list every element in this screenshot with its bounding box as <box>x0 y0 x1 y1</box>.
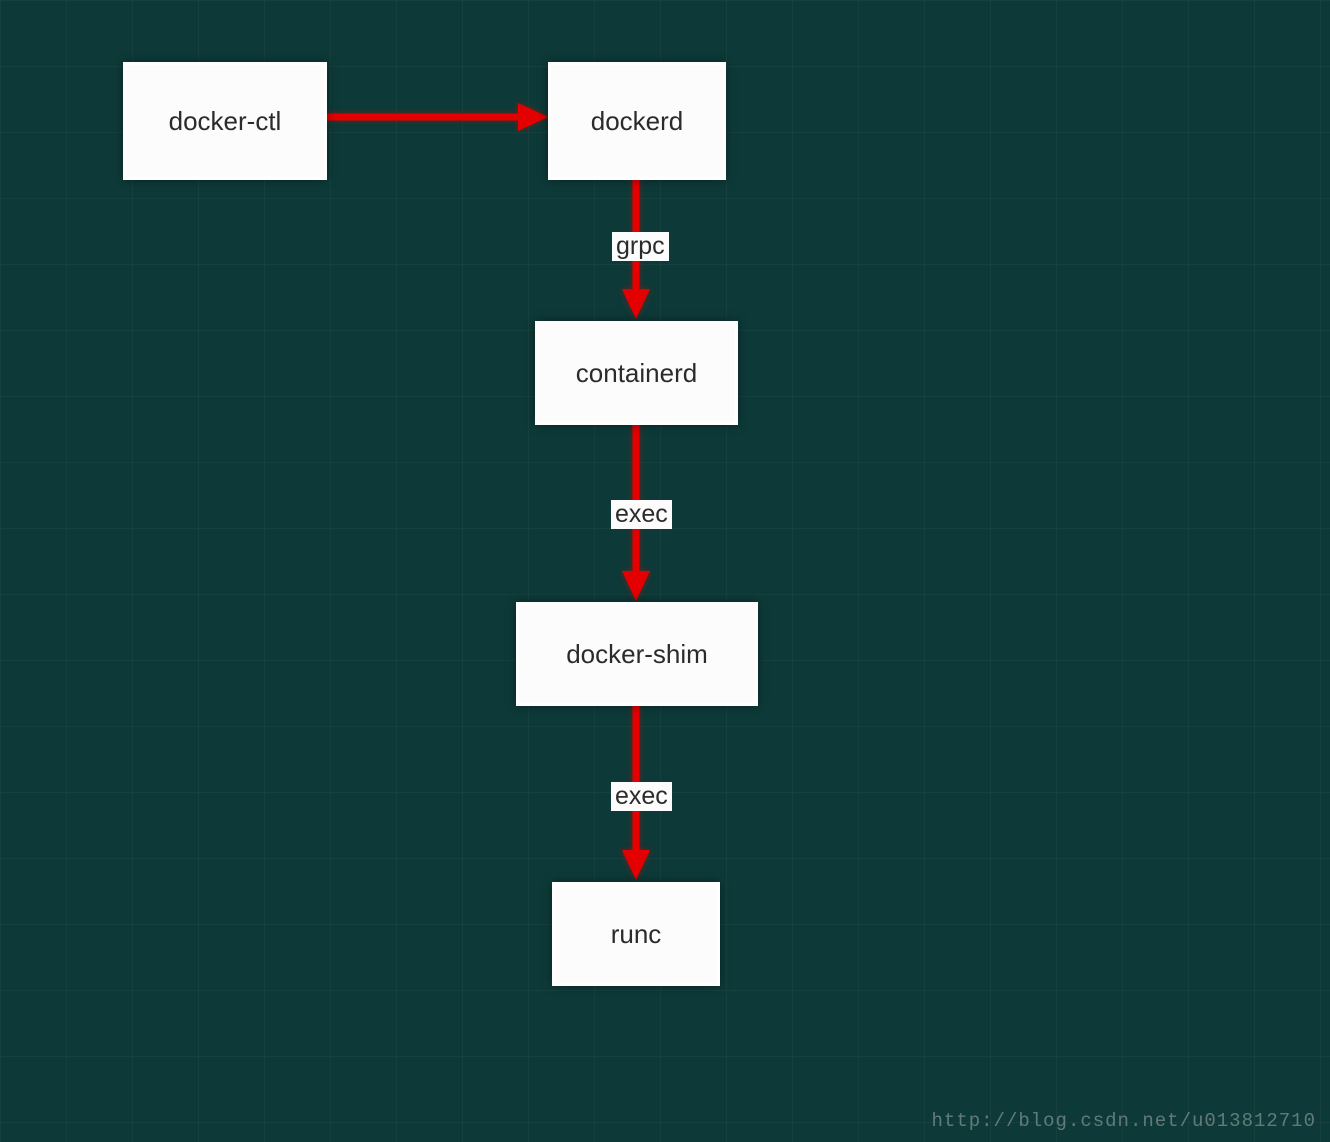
node-label: docker-ctl <box>169 106 282 137</box>
node-label: dockerd <box>591 106 684 137</box>
edge-label-exec-2: exec <box>611 782 672 811</box>
node-containerd: containerd <box>535 321 738 425</box>
node-label: docker-shim <box>566 639 708 670</box>
node-docker-shim: docker-shim <box>516 602 758 706</box>
node-docker-ctl: docker-ctl <box>123 62 327 180</box>
node-label: runc <box>611 919 662 950</box>
node-dockerd: dockerd <box>548 62 726 180</box>
node-runc: runc <box>552 882 720 986</box>
edge-label-exec-1: exec <box>611 500 672 529</box>
watermark: http://blog.csdn.net/u013812710 <box>932 1110 1316 1132</box>
node-label: containerd <box>576 358 697 389</box>
edge-label-grpc: grpc <box>612 232 669 261</box>
